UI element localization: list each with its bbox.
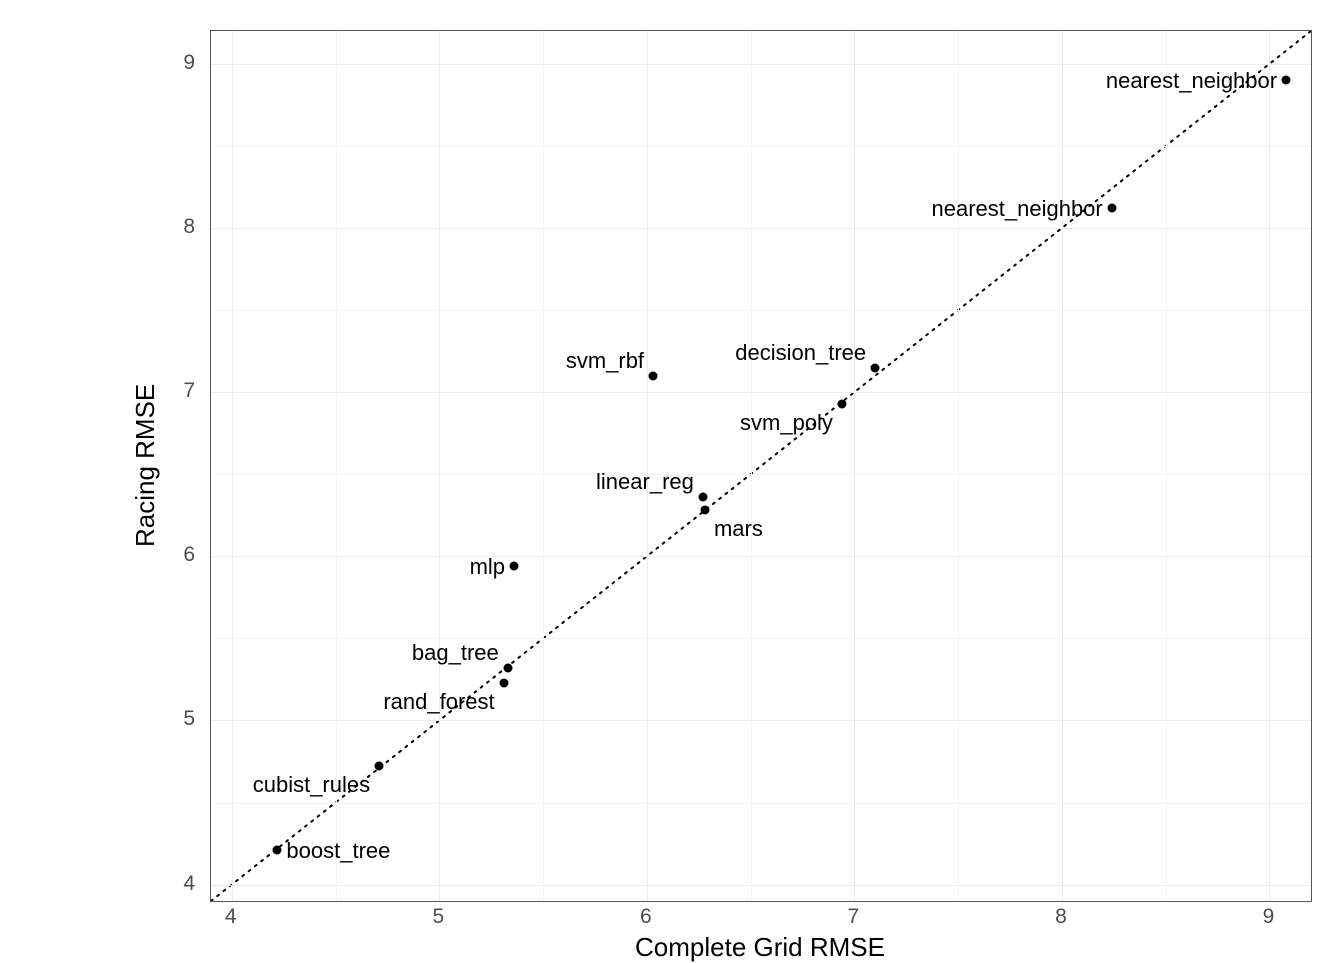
grid-minor-v — [751, 31, 752, 901]
data-point — [375, 762, 384, 771]
data-label: cubist_rules — [253, 772, 370, 798]
data-point — [503, 663, 512, 672]
grid-major-v — [439, 31, 440, 901]
grid-major-h — [211, 885, 1311, 886]
data-label: mlp — [470, 554, 505, 580]
grid-minor-v — [958, 31, 959, 901]
x-tick-label: 6 — [640, 905, 652, 929]
grid-major-v — [854, 31, 855, 901]
data-point — [700, 506, 709, 515]
data-label: svm_poly — [740, 410, 833, 436]
data-label: rand_forest — [383, 689, 494, 715]
data-point — [510, 562, 519, 571]
data-label: nearest_neighbor — [932, 196, 1103, 222]
grid-major-v — [647, 31, 648, 901]
grid-minor-h — [211, 310, 1311, 311]
grid-minor-h — [211, 474, 1311, 475]
grid-minor-h — [211, 146, 1311, 147]
data-point — [273, 846, 282, 855]
y-tick-label: 9 — [165, 51, 195, 75]
grid-major-v — [232, 31, 233, 901]
grid-minor-v — [1166, 31, 1167, 901]
x-axis-label: Complete Grid RMSE — [210, 932, 1310, 963]
data-point — [698, 493, 707, 502]
grid-major-h — [211, 392, 1311, 393]
x-tick-label: 4 — [225, 905, 237, 929]
grid-major-v — [1269, 31, 1270, 901]
y-tick-label: 4 — [165, 872, 195, 896]
data-point — [1282, 76, 1291, 85]
data-point — [1107, 204, 1116, 213]
y-tick-label: 5 — [165, 707, 195, 731]
grid-major-h — [211, 720, 1311, 721]
grid-major-h — [211, 556, 1311, 557]
grid-minor-h — [211, 803, 1311, 804]
y-tick-label: 6 — [165, 543, 195, 567]
y-tick-label: 8 — [165, 215, 195, 239]
data-label: linear_reg — [596, 469, 694, 495]
x-tick-label: 9 — [1263, 905, 1275, 929]
data-label: mars — [714, 516, 763, 542]
x-tick-label: 7 — [848, 905, 860, 929]
data-label: svm_rbf — [566, 348, 644, 374]
data-point — [649, 371, 658, 380]
y-tick-label: 7 — [165, 379, 195, 403]
grid-major-h — [211, 64, 1311, 65]
diagonal-reference-line — [211, 31, 1311, 901]
data-label: nearest_neighbor — [1106, 68, 1277, 94]
data-label: bag_tree — [412, 640, 499, 666]
x-tick-label: 8 — [1055, 905, 1067, 929]
grid-minor-h — [211, 638, 1311, 639]
y-axis-label: Racing RMSE — [130, 30, 161, 900]
grid-major-h — [211, 228, 1311, 229]
grid-major-v — [1062, 31, 1063, 901]
data-point — [499, 678, 508, 687]
data-label: boost_tree — [286, 838, 390, 864]
plot-area: boost_tree cubist_rules rand_forest bag_tre… — [210, 30, 1312, 902]
grid-minor-v — [336, 31, 337, 901]
x-tick-label: 5 — [432, 905, 444, 929]
data-label: decision_tree — [735, 340, 866, 366]
scatter-chart: boost_tree cubist_rules rand_forest bag_tre… — [10, 10, 1330, 950]
data-point — [871, 363, 880, 372]
grid-minor-v — [543, 31, 544, 901]
data-point — [837, 399, 846, 408]
